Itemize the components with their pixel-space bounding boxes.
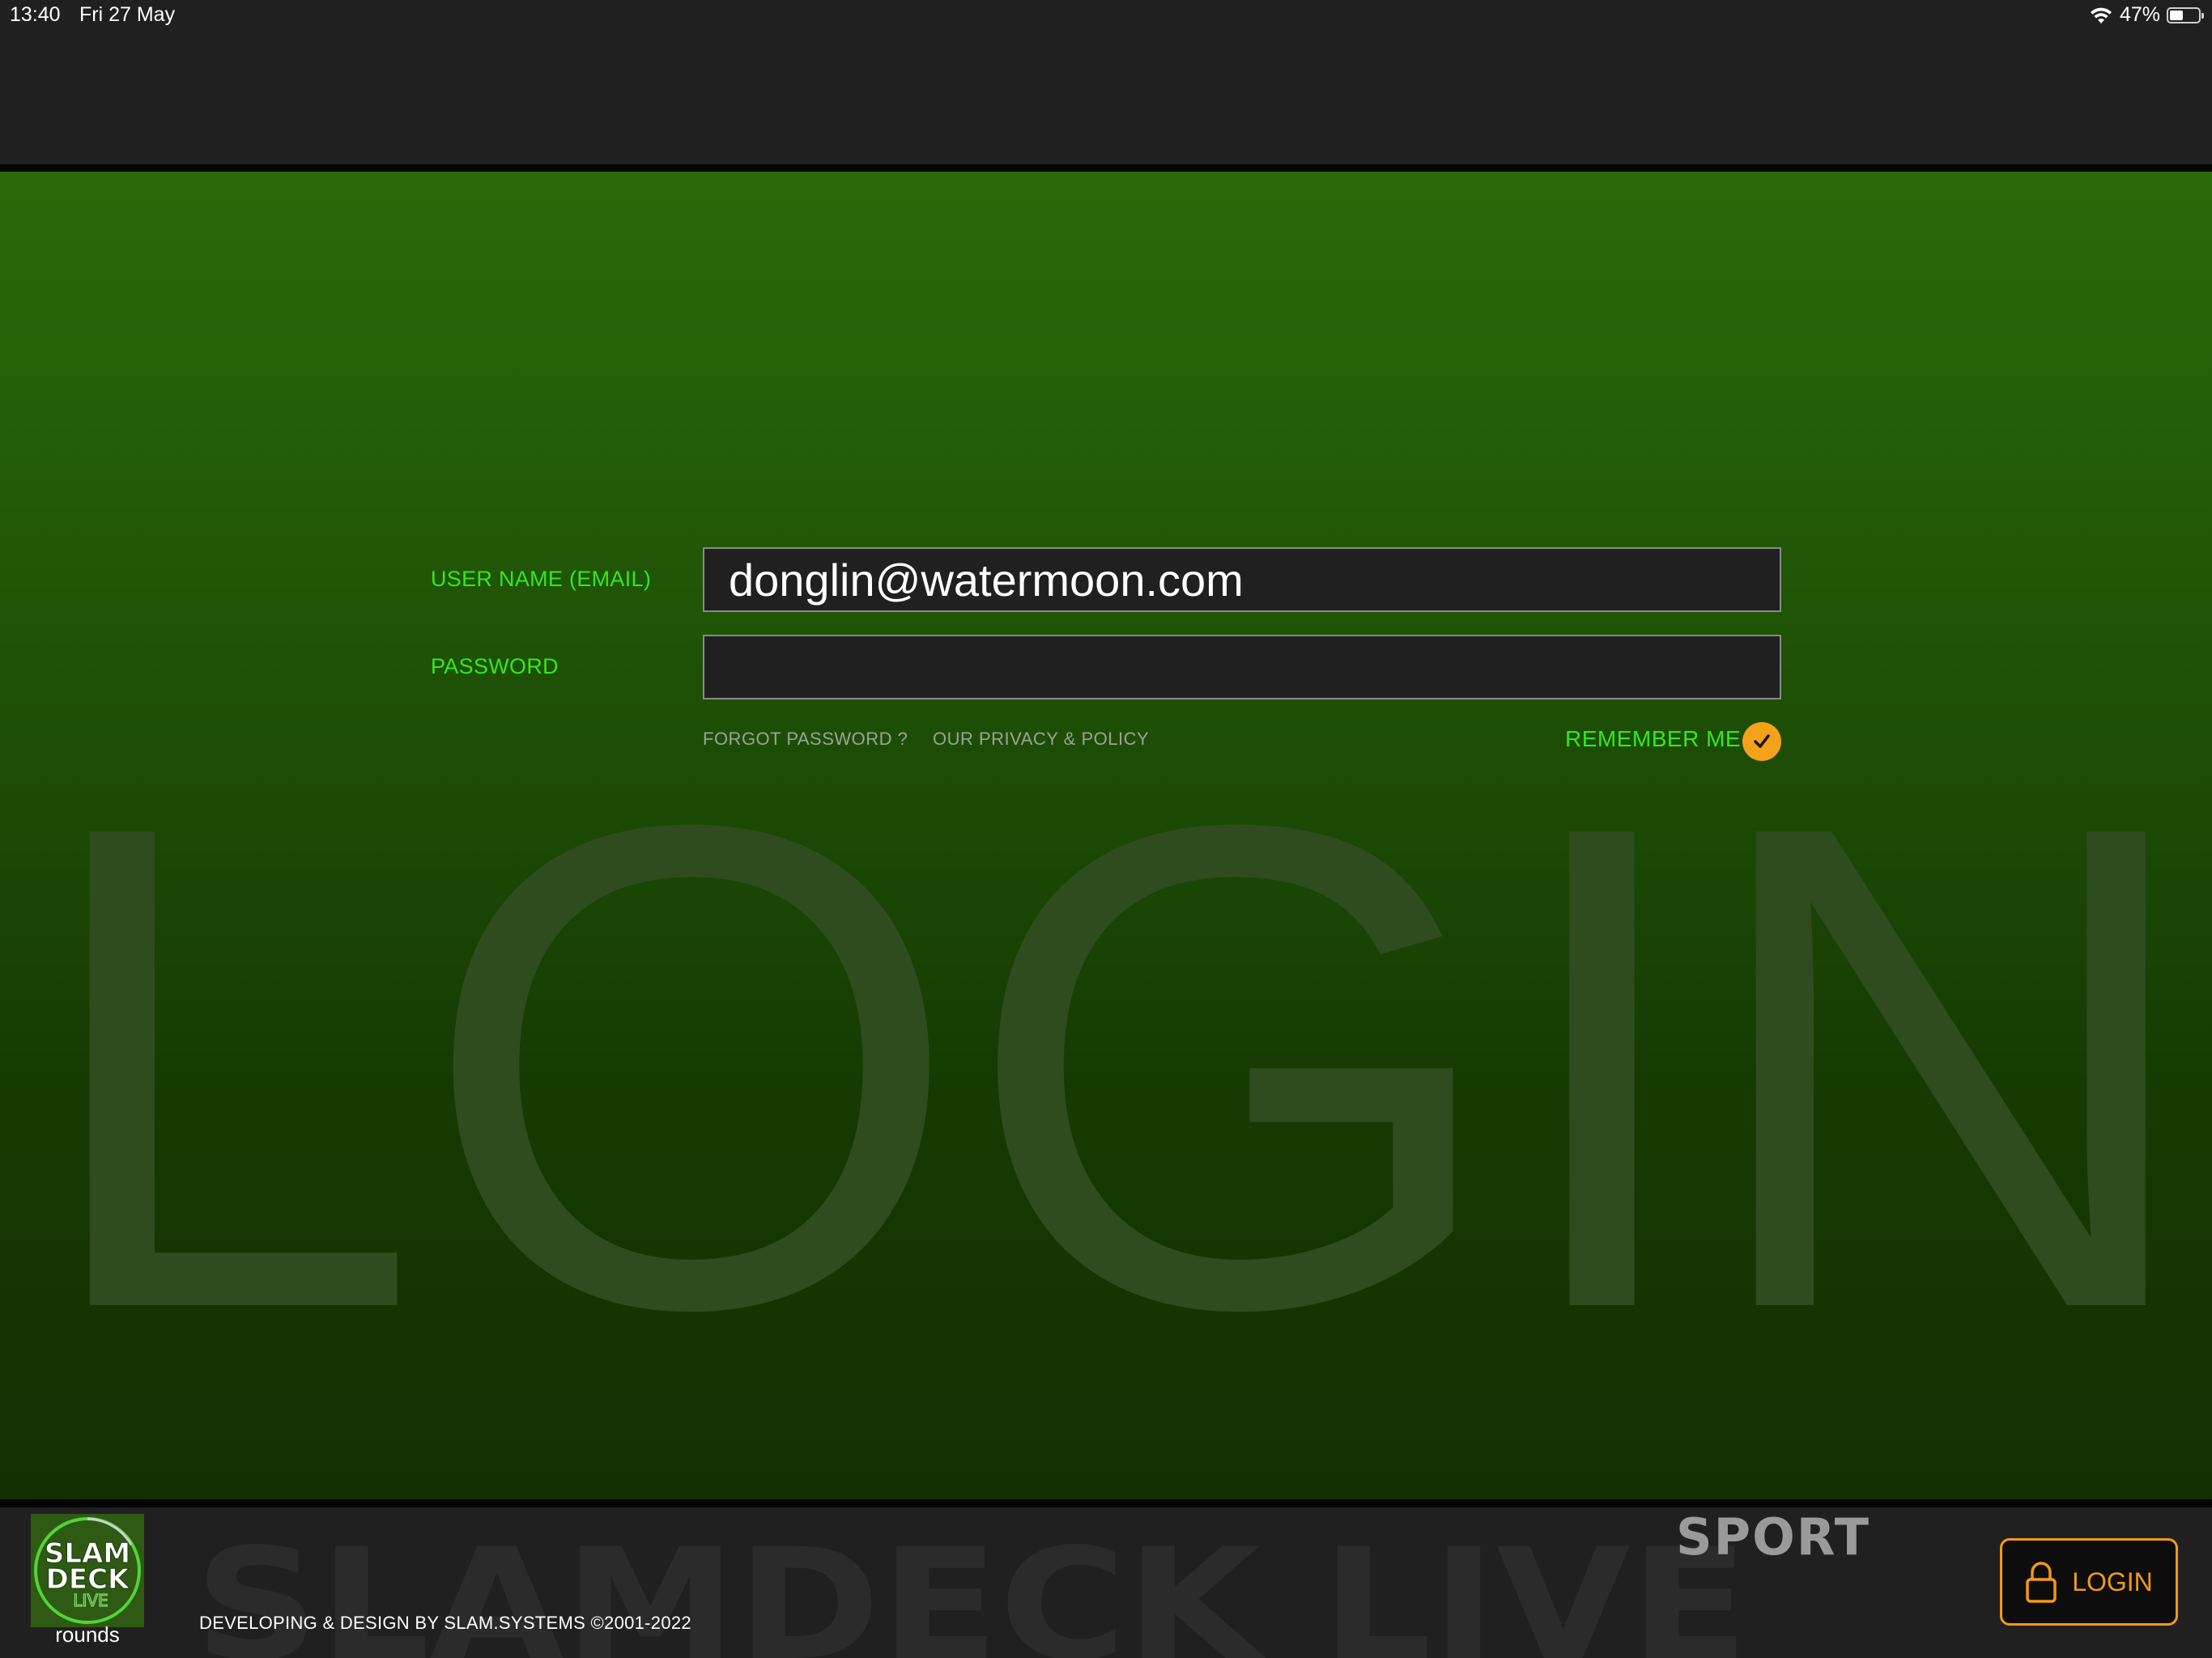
battery-icon — [2167, 6, 2204, 23]
privacy-policy-link[interactable]: OUR PRIVACY & POLICY — [933, 729, 1149, 750]
battery-percent: 47% — [2119, 3, 2160, 26]
lock-icon — [2026, 1562, 2057, 1603]
password-label: PASSWORD — [431, 654, 559, 678]
top-bar: 13:40 Fri 27 May 47% — [0, 0, 2212, 164]
status-indicators: 47% — [2089, 3, 2204, 27]
username-label: USER NAME (EMAIL) — [431, 567, 652, 591]
remember-me-checkbox[interactable] — [1742, 722, 1781, 761]
slamdeck-logo-mark: SLAM DECK LIVE — [34, 1517, 141, 1624]
forgot-password-link[interactable]: FORGOT PASSWORD ? — [703, 729, 908, 750]
username-input[interactable] — [703, 547, 1781, 612]
login-panel: LOGIN USER NAME (EMAIL) PASSWORD FORGOT … — [0, 172, 2212, 1499]
password-input[interactable] — [703, 635, 1781, 699]
footer: SLAMDECK LIVE SPORT SLAM DECK LIVE round… — [0, 1507, 2212, 1658]
status-date: Fri 27 May — [79, 3, 176, 26]
login-button[interactable]: LOGIN — [2000, 1538, 2178, 1626]
slamdeck-logo: SLAM DECK LIVE — [31, 1514, 144, 1627]
svg-text:LIVE: LIVE — [73, 1591, 108, 1610]
sport-label: SPORT — [1676, 1507, 1871, 1567]
svg-text:SLAMDECK LIVE: SLAMDECK LIVE — [194, 1516, 1749, 1658]
footer-divider — [0, 1499, 2212, 1507]
footer-brand-watermark: SLAMDECK LIVE — [194, 1516, 1749, 1658]
checkmark-icon — [1754, 734, 1770, 748]
copyright-text: DEVELOPING & DESIGN BY SLAM.SYSTEMS ©200… — [199, 1613, 691, 1633]
remember-me-label[interactable]: REMEMBER ME — [1565, 726, 1741, 752]
battery-fill — [2170, 10, 2183, 20]
svg-text:LOGIN: LOGIN — [32, 787, 2202, 1354]
status-time: 13:40 — [10, 3, 61, 26]
wifi-icon — [2090, 7, 2112, 23]
app-logo-label: rounds — [55, 1622, 120, 1647]
login-screen: 13:40 Fri 27 May 47% LOGIN USER NAME (EM… — [0, 0, 2212, 1658]
login-button-label: LOGIN — [2072, 1567, 2153, 1596]
battery-cap — [2201, 12, 2204, 19]
top-bar-divider — [0, 164, 2212, 172]
background-login-word: LOGIN — [32, 787, 2202, 1354]
